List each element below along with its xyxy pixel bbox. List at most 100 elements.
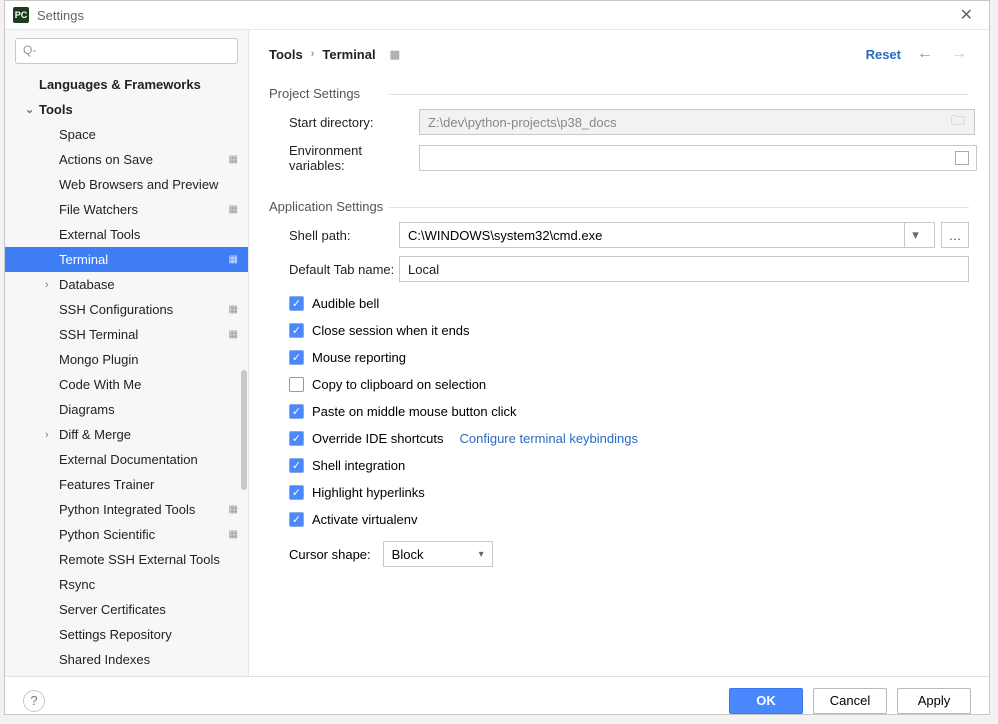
tree-item[interactable]: ›Database (5, 272, 248, 297)
shell-path-value: C:\WINDOWS\system32\cmd.exe (408, 228, 602, 243)
tree-item[interactable]: Remote SSH External Tools (5, 547, 248, 572)
checkbox-row: ✓ Override IDE shortcuts Configure termina… (289, 425, 969, 452)
configure-keybindings-link[interactable]: Configure terminal keybindings (460, 431, 638, 446)
checkbox-group: ✓ Audible bell ✓ Close session when it ends… (269, 290, 969, 533)
settings-tree[interactable]: Languages & Frameworks ⌄ Tools Space Acti… (5, 72, 248, 676)
checkbox[interactable]: ✓ (289, 512, 304, 527)
tree-label: Actions on Save (59, 152, 153, 167)
ok-button[interactable]: OK (729, 688, 803, 714)
checkbox-label[interactable]: Highlight hyperlinks (312, 485, 425, 500)
tree-item[interactable]: Code With Me (5, 372, 248, 397)
tree-label: Diff & Merge (59, 427, 131, 442)
gear-icon: ▦ (229, 329, 238, 340)
apply-button[interactable]: Apply (897, 688, 971, 714)
dialog-footer: ? OK Cancel Apply (5, 676, 989, 724)
env-vars-label: Environment variables: (269, 143, 419, 173)
env-vars-row: Environment variables: (269, 143, 969, 173)
checkbox[interactable]: ✓ (289, 458, 304, 473)
tree-label: Features Trainer (59, 477, 154, 492)
checkbox[interactable] (289, 377, 304, 392)
breadcrumb: Tools › Terminal ▦ (269, 47, 400, 62)
default-tab-label: Default Tab name: (269, 262, 399, 277)
tree-item[interactable]: External Tools (5, 222, 248, 247)
tree-item[interactable]: Shared Indexes (5, 647, 248, 672)
checkbox[interactable]: ✓ (289, 431, 304, 446)
tree-label: Settings Repository (59, 627, 172, 642)
chevron-down-icon[interactable]: ▾ (904, 223, 926, 247)
env-vars-input[interactable] (419, 145, 977, 171)
reset-link[interactable]: Reset (866, 47, 901, 62)
tree-item[interactable]: SSH Configurations▦ (5, 297, 248, 322)
tree-item[interactable]: Space (5, 122, 248, 147)
tree-item-languages-frameworks[interactable]: Languages & Frameworks (5, 72, 248, 97)
search-input[interactable] (15, 38, 238, 64)
checkbox[interactable]: ✓ (289, 296, 304, 311)
breadcrumb-row: Tools › Terminal ▦ Reset ← → (269, 40, 969, 68)
tree-label: Mongo Plugin (59, 352, 139, 367)
tree-item[interactable]: Python Scientific▦ (5, 522, 248, 547)
checkbox-label[interactable]: Shell integration (312, 458, 405, 473)
forward-arrow-icon[interactable]: → (949, 43, 969, 65)
list-icon[interactable] (955, 151, 969, 165)
checkbox-label[interactable]: Mouse reporting (312, 350, 406, 365)
help-button[interactable]: ? (23, 690, 45, 712)
checkbox[interactable]: ✓ (289, 485, 304, 500)
checkbox-row: Copy to clipboard on selection (289, 371, 969, 398)
tree-item[interactable]: Python Integrated Tools▦ (5, 497, 248, 522)
scrollbar-thumb[interactable] (241, 370, 247, 490)
dialog-body: Q- Languages & Frameworks ⌄ Tools SpaceA… (5, 30, 989, 724)
checkbox-row: ✓ Highlight hyperlinks (289, 479, 969, 506)
tree-item[interactable]: External Documentation (5, 447, 248, 472)
tree-label: Languages & Frameworks (39, 77, 201, 92)
tree-item[interactable]: Mongo Plugin (5, 347, 248, 372)
tree-item[interactable]: File Watchers▦ (5, 197, 248, 222)
tree-item-tools[interactable]: ⌄ Tools (5, 97, 248, 122)
start-directory-input[interactable] (419, 109, 975, 135)
tree-item[interactable]: SSH Terminal▦ (5, 322, 248, 347)
tree-item[interactable]: Rsync (5, 572, 248, 597)
tree-label: Tools (39, 102, 73, 117)
checkbox[interactable]: ✓ (289, 404, 304, 419)
tree-label: External Tools (59, 227, 140, 242)
chevron-down-icon: ⌄ (25, 103, 34, 116)
chevron-down-icon: ▾ (479, 549, 484, 560)
close-icon[interactable]: ✕ (952, 1, 981, 29)
checkbox-label[interactable]: Activate virtualenv (312, 512, 418, 527)
chevron-right-icon: › (45, 429, 49, 441)
tree-item[interactable]: Actions on Save▦ (5, 147, 248, 172)
tree-item[interactable]: Settings Repository (5, 622, 248, 647)
gear-icon: ▦ (229, 304, 238, 315)
default-tab-input[interactable] (399, 256, 969, 282)
tree-item[interactable]: Features Trainer (5, 472, 248, 497)
checkbox-label[interactable]: Paste on middle mouse button click (312, 404, 517, 419)
chevron-right-icon: › (311, 48, 315, 60)
checkbox[interactable]: ✓ (289, 323, 304, 338)
back-arrow-icon[interactable]: ← (915, 43, 935, 65)
tree-label: Web Browsers and Preview (59, 177, 218, 192)
shell-path-combo[interactable]: C:\WINDOWS\system32\cmd.exe ▾ (399, 222, 935, 248)
tree-label: Terminal (59, 252, 108, 267)
checkbox-row: ✓ Shell integration (289, 452, 969, 479)
tree-label: Code With Me (59, 377, 141, 392)
tree-item[interactable]: Server Certificates (5, 597, 248, 622)
checkbox-label[interactable]: Close session when it ends (312, 323, 470, 338)
cancel-button[interactable]: Cancel (813, 688, 887, 714)
tree-label: Server Certificates (59, 602, 166, 617)
browse-button[interactable]: … (941, 222, 969, 248)
window-title: Settings (37, 8, 84, 23)
gear-icon: ▦ (229, 254, 238, 265)
tree-label: Python Scientific (59, 527, 155, 542)
tree-item[interactable]: Terminal ▦ (5, 247, 248, 272)
checkbox-row: ✓ Paste on middle mouse button click (289, 398, 969, 425)
checkbox-label[interactable]: Copy to clipboard on selection (312, 377, 486, 392)
tree-item[interactable]: Diagrams (5, 397, 248, 422)
tree-item[interactable]: › Diff & Merge (5, 422, 248, 447)
tree-label: Space (59, 127, 96, 142)
checkbox[interactable]: ✓ (289, 350, 304, 365)
tree-item[interactable]: Web Browsers and Preview (5, 172, 248, 197)
checkbox-label[interactable]: Override IDE shortcuts (312, 431, 444, 446)
cursor-shape-select[interactable]: Block ▾ (383, 541, 493, 567)
checkbox-label[interactable]: Audible bell (312, 296, 379, 311)
tree-label: Diagrams (59, 402, 115, 417)
breadcrumb-root[interactable]: Tools (269, 47, 303, 62)
